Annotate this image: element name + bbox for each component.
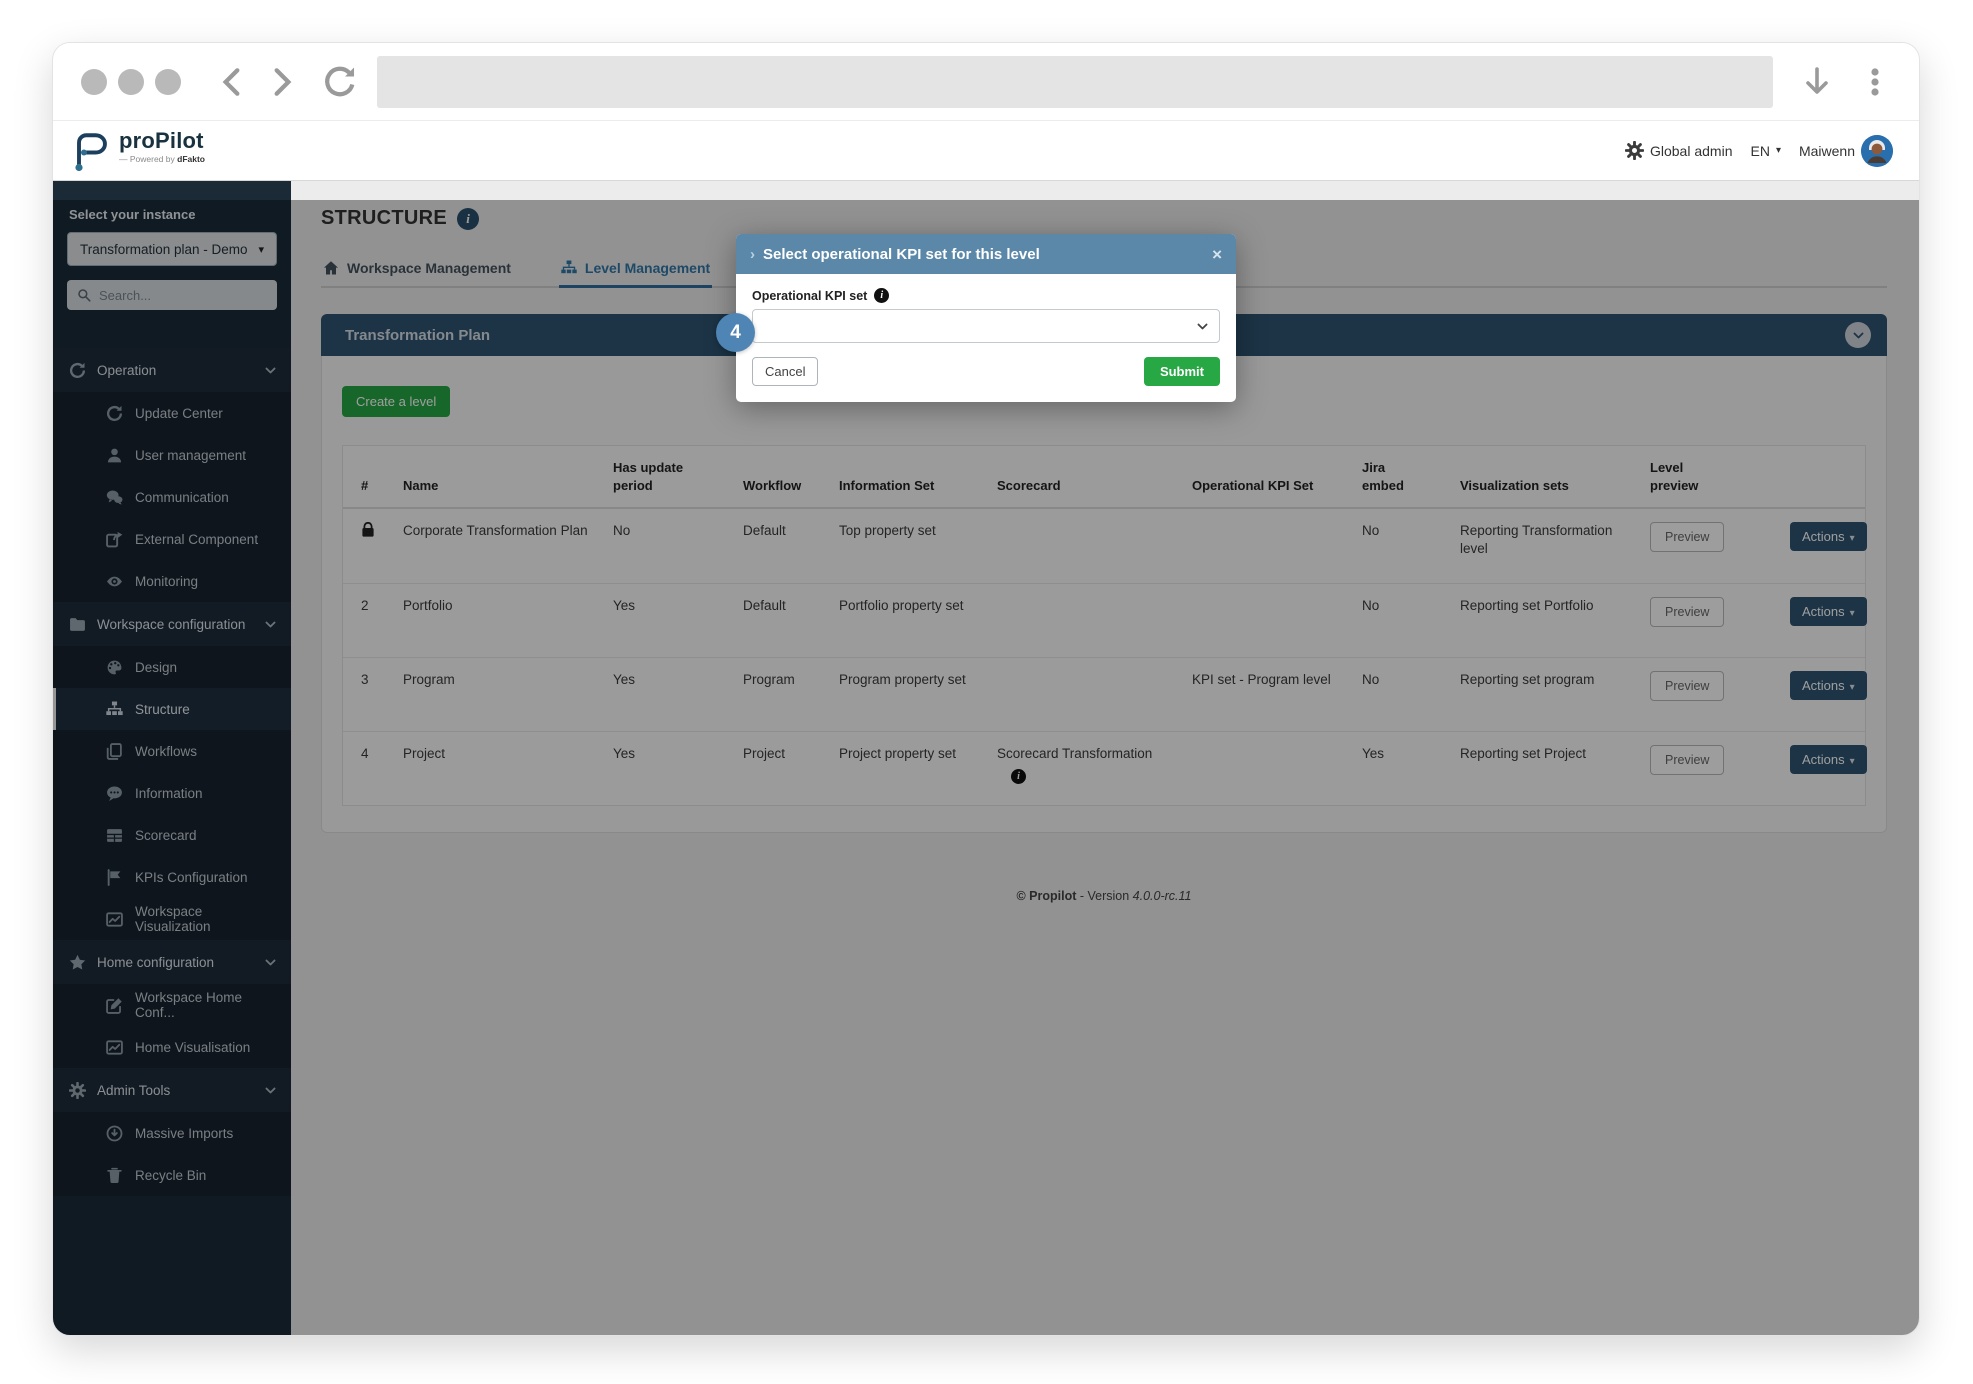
reload-icon[interactable] [323, 65, 357, 99]
language-label: EN [1750, 143, 1769, 159]
brand-subtitle: — Powered by dFakto [119, 155, 205, 164]
caret-down-icon: ▾ [1776, 145, 1781, 156]
chevron-right-icon: › [750, 246, 755, 263]
step-badge: 4 [716, 313, 755, 352]
chevron-down-icon [1196, 320, 1209, 333]
browser-window: proPilot — Powered by dFakto Global admi… [52, 42, 1920, 1336]
kpi-modal: 4 › Select operational KPI set for this … [736, 234, 1236, 402]
brand-name: proPilot [119, 130, 205, 152]
browser-menu-icon[interactable] [1859, 66, 1891, 98]
modal-title: Select operational KPI set for this leve… [763, 246, 1212, 263]
brand[interactable]: proPilot — Powered by dFakto [71, 130, 205, 172]
window-dot [81, 69, 107, 95]
submit-button[interactable]: Submit [1144, 357, 1220, 386]
modal-header: › Select operational KPI set for this le… [736, 234, 1236, 274]
username-label: Maiwenn [1799, 143, 1855, 159]
gear-icon [1625, 141, 1644, 160]
language-menu[interactable]: EN ▾ [1750, 143, 1780, 159]
download-icon[interactable] [1801, 66, 1833, 98]
window-control-dots [81, 69, 181, 95]
app-header: proPilot — Powered by dFakto Global admi… [53, 121, 1919, 181]
user-menu[interactable]: Maiwenn [1799, 135, 1893, 167]
window-dot [118, 69, 144, 95]
avatar[interactable] [1861, 135, 1893, 167]
global-admin-menu[interactable]: Global admin [1625, 141, 1733, 160]
role-label: Global admin [1650, 143, 1733, 159]
url-bar[interactable] [377, 56, 1773, 108]
propilot-logo-icon [71, 130, 111, 172]
info-icon[interactable]: i [874, 288, 889, 303]
browser-chrome [53, 43, 1919, 121]
back-icon[interactable] [215, 65, 249, 99]
cancel-button[interactable]: Cancel [752, 357, 818, 386]
kpi-set-label: Operational KPI set [752, 289, 867, 303]
forward-icon[interactable] [265, 65, 299, 99]
window-dot [155, 69, 181, 95]
kpi-set-select[interactable] [752, 309, 1220, 343]
close-icon[interactable]: × [1212, 246, 1222, 263]
